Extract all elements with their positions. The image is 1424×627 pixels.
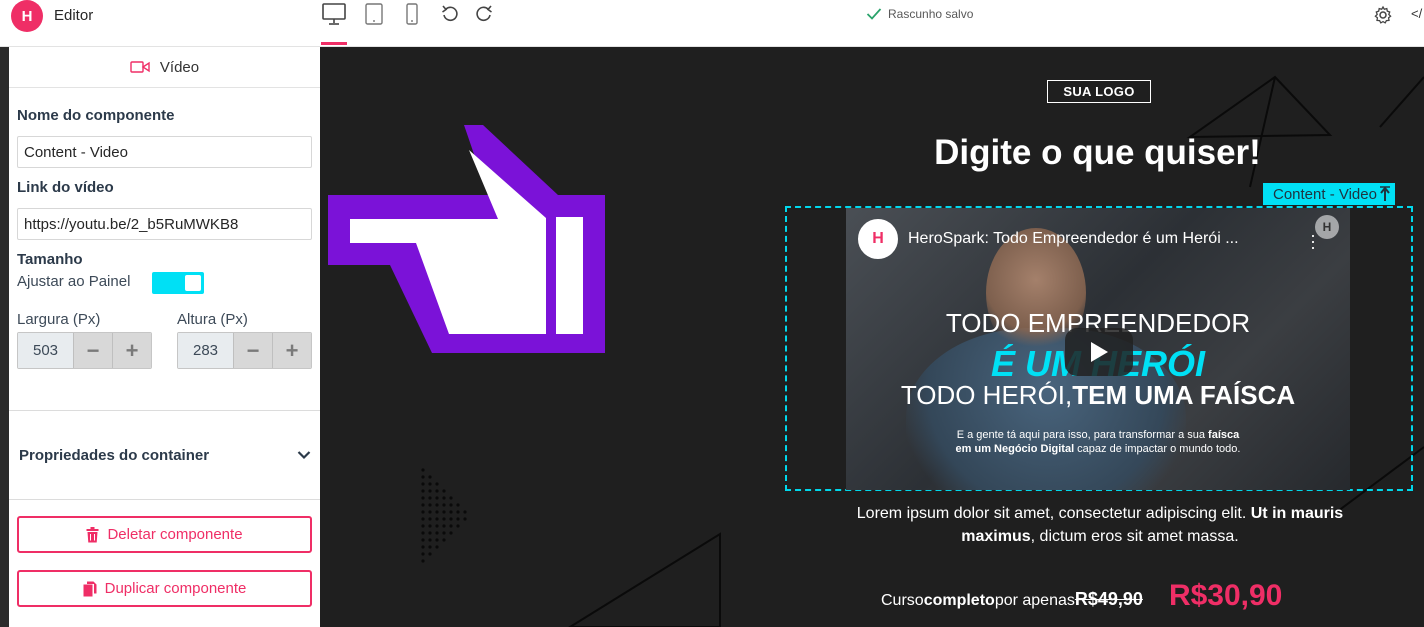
- play-button[interactable]: [1065, 328, 1133, 376]
- body-text-part: , dictum eros sit amet massa.: [1030, 528, 1239, 545]
- body-text-part: Lorem ipsum dolor sit amet, consectetur …: [856, 505, 1251, 522]
- save-status-text: Rascunho salvo: [888, 7, 974, 21]
- height-label: Altura (Px): [177, 311, 248, 328]
- caption-part: em um Negócio Digital: [955, 443, 1075, 455]
- old-price: R$49,90: [1074, 589, 1143, 609]
- component-name-input[interactable]: [17, 136, 312, 168]
- toggle-knob: [185, 275, 201, 291]
- desktop-icon: [322, 3, 346, 25]
- size-label: Tamanho: [17, 251, 83, 268]
- delete-component-label: Deletar componente: [107, 526, 243, 543]
- dotted-triangle-icon: [421, 468, 467, 563]
- video-overlay-caption: E a gente tá aqui para isso, para transf…: [846, 428, 1350, 456]
- price-text-part: por apenas: [994, 592, 1075, 609]
- component-tag[interactable]: Content - Video: [1263, 183, 1395, 205]
- overlay-line-3a: TODO HERÓI,: [900, 380, 1073, 410]
- video-embed[interactable]: H HeroSpark: Todo Empreendedor é um Heró…: [846, 208, 1350, 490]
- panel-header-title: Vídeo: [159, 58, 200, 76]
- undo-icon: [442, 5, 458, 22]
- desktop-view-button[interactable]: [320, 0, 348, 28]
- caption-part: capaz de impactar o mundo todo.: [1074, 443, 1241, 455]
- redo-icon: [476, 5, 492, 22]
- more-options-icon[interactable]: · · ·: [1310, 226, 1316, 256]
- undo-button[interactable]: [439, 3, 461, 25]
- height-value[interactable]: 283: [178, 333, 233, 368]
- video-overlay-line-3: TODO HERÓI,TEM UMA FAÍSCA: [846, 380, 1350, 411]
- duplicate-component-button[interactable]: Duplicar componente: [17, 570, 312, 607]
- code-view-icon[interactable]: </: [1411, 6, 1422, 21]
- mobile-view-button[interactable]: [404, 0, 420, 28]
- width-increment-button[interactable]: +: [112, 333, 151, 368]
- herospark-logo[interactable]: H: [11, 0, 43, 32]
- page-headline[interactable]: Digite o que quiser!: [880, 133, 1315, 173]
- app-title: Editor: [54, 7, 94, 24]
- component-name-label: Nome do componente: [17, 107, 175, 124]
- settings-button[interactable]: [1373, 5, 1393, 25]
- site-logo-placeholder[interactable]: SUA LOGO: [1047, 80, 1151, 103]
- width-value[interactable]: 503: [18, 333, 73, 368]
- caption-part: E a gente tá aqui para isso, para transf…: [956, 429, 1209, 441]
- top-bar: H Editor Rascunho salvo </: [0, 0, 1424, 47]
- video-link-label: Link do vídeo: [17, 179, 114, 196]
- width-decrement-button[interactable]: −: [73, 333, 112, 368]
- overlay-line-3b: TEM UMA FAÍSCA: [1072, 380, 1296, 410]
- price-text-part: Curso: [881, 592, 924, 609]
- width-stepper: 503 − +: [17, 332, 152, 369]
- tablet-view-button[interactable]: [364, 0, 384, 28]
- video-watermark: H: [1315, 215, 1339, 239]
- chevron-down-icon: [297, 451, 311, 460]
- channel-mark: H: [861, 222, 895, 256]
- pointing-hand-icon: [328, 125, 605, 353]
- video-title[interactable]: HeroSpark: Todo Empreendedor é um Herói …: [908, 230, 1239, 248]
- component-tag-label: Content - Video: [1273, 185, 1377, 203]
- video-camera-icon: [130, 61, 150, 73]
- delete-component-button[interactable]: Deletar componente: [17, 516, 312, 553]
- divider: [9, 499, 320, 500]
- gear-icon: [1374, 5, 1392, 24]
- mobile-icon: [406, 3, 418, 25]
- page-canvas: SUA LOGO Digite o que quiser! Content - …: [320, 47, 1424, 627]
- height-decrement-button[interactable]: −: [233, 333, 272, 368]
- fit-to-panel-toggle[interactable]: [152, 272, 204, 294]
- active-view-indicator: [321, 42, 347, 45]
- check-icon: [866, 8, 882, 20]
- height-stepper: 283 − +: [177, 332, 312, 369]
- component-settings-panel: Vídeo Nome do componente Link do vídeo T…: [0, 47, 320, 627]
- channel-avatar[interactable]: H: [858, 219, 898, 259]
- arrow-up-icon: [1379, 186, 1390, 201]
- fit-to-panel-label: Ajustar ao Painel: [17, 273, 131, 290]
- brand-mark: H: [21, 7, 33, 25]
- new-price: R$30,90: [1168, 579, 1283, 612]
- trash-icon: [86, 526, 99, 542]
- price-row[interactable]: Curso completo por apenas R$49,90 R$30,9…: [881, 579, 1282, 613]
- body-paragraph[interactable]: Lorem ipsum dolor sit amet, consectetur …: [835, 502, 1365, 548]
- save-status: Rascunho salvo: [866, 7, 973, 21]
- container-properties-accordion[interactable]: Propriedades do container: [9, 411, 320, 499]
- duplicate-component-label: Duplicar componente: [104, 580, 247, 597]
- copy-icon: [83, 581, 97, 596]
- tablet-icon: [365, 3, 383, 25]
- height-increment-button[interactable]: +: [272, 333, 311, 368]
- line-outline: [1379, 76, 1424, 128]
- triangle-outline-top: [1186, 75, 1333, 139]
- price-text-bold: completo: [923, 592, 995, 609]
- panel-header: Vídeo: [9, 47, 320, 88]
- video-link-input[interactable]: [17, 208, 312, 240]
- play-icon: [1091, 342, 1108, 362]
- container-properties-label: Propriedades do container: [19, 446, 210, 464]
- width-label: Largura (Px): [17, 311, 101, 328]
- triangle-outline-bottom: [568, 532, 721, 627]
- caption-part: faísca: [1208, 429, 1240, 441]
- redo-button[interactable]: [473, 3, 495, 25]
